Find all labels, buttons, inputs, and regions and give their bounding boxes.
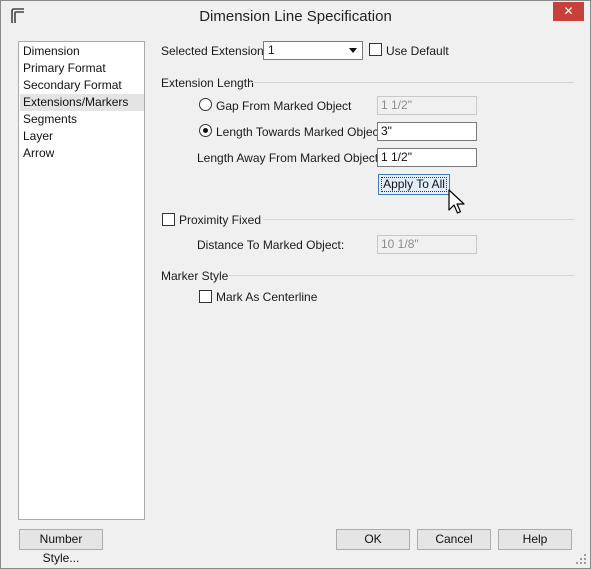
window-title: Dimension Line Specification bbox=[199, 8, 392, 25]
length-away-label: Length Away From Marked Object: bbox=[197, 151, 382, 165]
nav-item-dimension[interactable]: Dimension bbox=[20, 43, 144, 60]
use-default-label: Use Default bbox=[386, 44, 449, 58]
gap-from-radio[interactable] bbox=[199, 98, 212, 111]
extension-length-divider bbox=[251, 82, 574, 83]
proximity-fixed-checkbox[interactable] bbox=[162, 213, 175, 226]
number-style-button[interactable]: Number Style... bbox=[19, 529, 103, 565]
nav-item-secondary-format[interactable]: Secondary Format bbox=[20, 77, 144, 94]
centerline-label: Mark As Centerline bbox=[216, 290, 318, 304]
length-towards-label: Length Towards Marked Object bbox=[216, 125, 382, 139]
selected-extension-label: Selected Extension: bbox=[161, 44, 268, 58]
ok-button[interactable]: OK bbox=[336, 529, 410, 550]
extension-length-heading: Extension Length bbox=[161, 76, 254, 90]
nav-item-primary-format[interactable]: Primary Format bbox=[20, 60, 144, 77]
marker-style-divider bbox=[229, 275, 574, 276]
distance-label: Distance To Marked Object: bbox=[197, 238, 345, 252]
cancel-button[interactable]: Cancel bbox=[417, 529, 491, 550]
selected-extension-value: 1 bbox=[268, 43, 275, 57]
proximity-divider bbox=[263, 219, 574, 220]
close-button[interactable]: ✕ bbox=[553, 2, 584, 21]
proximity-fixed-label: Proximity Fixed bbox=[179, 213, 262, 227]
use-default-checkbox[interactable] bbox=[369, 43, 382, 56]
dropdown-arrow-icon bbox=[349, 48, 357, 53]
length-towards-field[interactable]: 3" bbox=[377, 122, 477, 141]
gap-from-label: Gap From Marked Object bbox=[216, 99, 352, 113]
marker-style-heading: Marker Style bbox=[161, 269, 229, 283]
selected-extension-dropdown[interactable]: 1 bbox=[263, 41, 363, 60]
length-away-field[interactable]: 1 1/2" bbox=[377, 148, 477, 167]
nav-item-layer[interactable]: Layer bbox=[20, 128, 144, 145]
resize-grip-icon[interactable] bbox=[576, 554, 586, 564]
mouse-cursor-icon bbox=[448, 189, 465, 214]
centerline-checkbox[interactable] bbox=[199, 290, 212, 303]
dimension-line-dialog: Dimension Line Specification ✕ Dimension… bbox=[0, 0, 591, 569]
help-button[interactable]: Help bbox=[498, 529, 572, 550]
nav-item-segments[interactable]: Segments bbox=[20, 111, 144, 128]
nav-item-arrow[interactable]: Arrow bbox=[20, 145, 144, 162]
apply-to-all-button[interactable]: Apply To All bbox=[378, 174, 450, 195]
category-list: Dimension Primary Format Secondary Forma… bbox=[18, 41, 145, 520]
nav-item-extensions-markers[interactable]: Extensions/Markers bbox=[20, 94, 144, 111]
length-towards-radio[interactable] bbox=[199, 124, 212, 137]
radio-selected-dot bbox=[203, 128, 208, 133]
distance-field[interactable]: 10 1/8" bbox=[377, 235, 477, 254]
gap-from-field[interactable]: 1 1/2" bbox=[377, 96, 477, 115]
title-bar[interactable]: Dimension Line Specification ✕ bbox=[1, 1, 590, 32]
